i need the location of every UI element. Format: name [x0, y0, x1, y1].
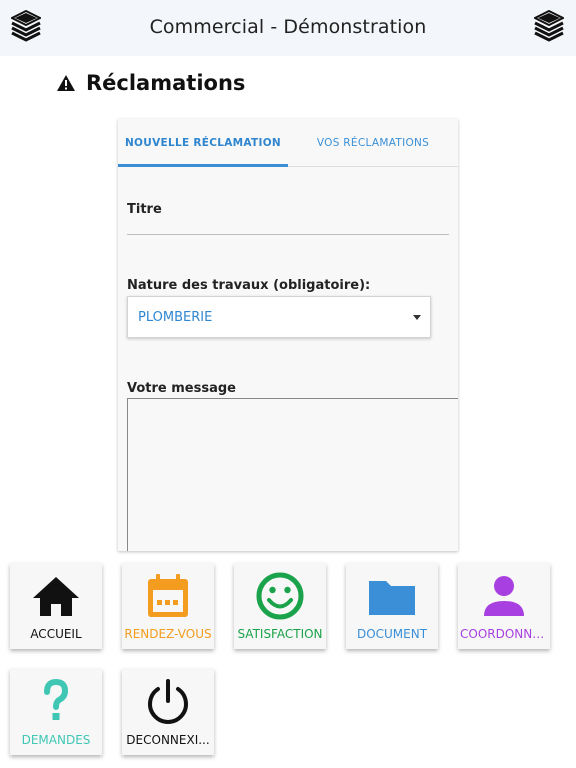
menu-tile-document[interactable]: DOCUMENT [346, 563, 438, 649]
home-icon [33, 577, 79, 616]
stack-logo-icon[interactable] [534, 10, 564, 44]
menu-tile-rendez-vous[interactable]: RENDEZ-VOUS [122, 563, 214, 649]
menu-tile-accueil[interactable]: ACCUEIL [10, 563, 102, 649]
nature-selected-value: PLOMBERIE [138, 309, 213, 325]
menu-tile-deconnexion[interactable]: DECONNEXI... [122, 669, 214, 755]
menu-label: DECONNEXI... [126, 733, 210, 747]
smiley-icon [256, 572, 304, 620]
folder-icon [369, 581, 415, 615]
caret-down-icon [413, 315, 421, 320]
reclamation-card: NOUVELLE RÉCLAMATION VOS RÉCLAMATIONS Ti… [118, 119, 458, 551]
question-icon [44, 678, 69, 720]
menu-label: ACCUEIL [30, 627, 82, 641]
top-bar: Commercial - Démonstration [0, 0, 576, 56]
message-label: Votre message [127, 381, 236, 396]
titre-input[interactable] [127, 234, 449, 235]
nature-select[interactable]: PLOMBERIE [127, 296, 431, 338]
app-root: Commercial - Démonstration Réclamations … [0, 0, 576, 768]
menu-label: COORDONNE... [460, 627, 548, 641]
page-header: Réclamations [56, 70, 245, 96]
active-tab-indicator [118, 164, 288, 167]
menu-label: RENDEZ-VOUS [124, 627, 212, 641]
menu-tile-satisfaction[interactable]: SATISFACTION [234, 563, 326, 649]
tab-vos-reclamations[interactable]: VOS RÉCLAMATIONS [288, 119, 458, 166]
menu-label: SATISFACTION [237, 627, 323, 641]
nature-label: Nature des travaux (obligatoire): [127, 278, 371, 293]
calendar-icon [148, 574, 188, 617]
menu-tile-coordonnees[interactable]: COORDONNE... [458, 563, 550, 649]
menu-label: DOCUMENT [356, 627, 428, 641]
app-title: Commercial - Démonstration [149, 16, 427, 38]
person-icon [484, 576, 524, 616]
power-icon [148, 679, 188, 724]
tab-nouvelle-reclamation[interactable]: NOUVELLE RÉCLAMATION [118, 119, 288, 166]
menu-tile-demandes[interactable]: DEMANDES [10, 669, 102, 755]
tab-bar: NOUVELLE RÉCLAMATION VOS RÉCLAMATIONS [118, 119, 458, 167]
titre-label: Titre [127, 202, 162, 217]
message-textarea[interactable] [127, 398, 458, 551]
warning-icon [57, 75, 75, 91]
menu-label: DEMANDES [21, 733, 91, 747]
page-title: Réclamations [86, 71, 246, 95]
